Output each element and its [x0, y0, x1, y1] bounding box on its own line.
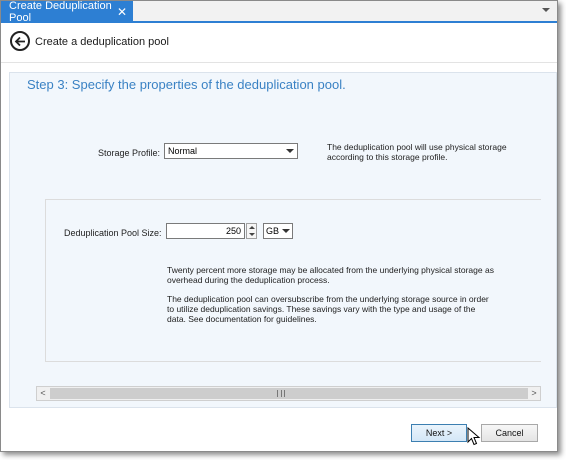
grip-icon	[277, 390, 285, 397]
wizard-content: Step 3: Specify the properties of the de…	[9, 72, 557, 408]
spin-down-icon[interactable]	[249, 233, 255, 236]
tab-bar: Create Deduplication Pool ✕	[1, 0, 557, 24]
storage-profile-value: Normal	[168, 146, 198, 156]
tab-title: Create Deduplication Pool	[9, 0, 112, 24]
oversubscribe-note-line: data. See documentation for guidelines.	[167, 314, 317, 324]
overhead-note-line: Twenty percent more storage may be alloc…	[167, 265, 494, 275]
close-icon[interactable]: ✕	[117, 5, 127, 19]
next-button[interactable]: Next >	[411, 424, 467, 442]
storage-profile-desc-line: according to this storage profile.	[327, 152, 448, 162]
scroll-right-icon[interactable]: >	[528, 387, 540, 400]
oversubscribe-note-line: The deduplication pool can oversubscribe…	[167, 294, 489, 304]
header: Create a deduplication pool	[1, 23, 557, 63]
chevron-down-icon	[282, 229, 290, 233]
mouse-pointer-icon	[467, 427, 481, 446]
storage-profile-desc-line: The deduplication pool will use physical…	[327, 142, 507, 152]
pool-size-unit: GB	[266, 226, 280, 236]
step-title: Step 3: Specify the properties of the de…	[27, 77, 346, 92]
cancel-button[interactable]: Cancel	[481, 424, 538, 442]
horizontal-scrollbar[interactable]: < >	[36, 386, 541, 401]
create-deduplication-pool-window: Create Deduplication Pool ✕ Create a ded…	[0, 0, 558, 452]
pool-size-panel: Deduplication Pool Size: 250 GB Twenty p…	[45, 199, 541, 362]
scroll-left-icon[interactable]: <	[37, 387, 49, 400]
scrollbar-thumb[interactable]	[50, 388, 528, 399]
pool-size-input[interactable]: 250	[166, 223, 245, 239]
chevron-down-icon	[286, 149, 294, 153]
oversubscribe-note: The deduplication pool can oversubscribe…	[167, 294, 489, 324]
storage-profile-description: The deduplication pool will use physical…	[327, 142, 507, 162]
tab-create-deduplication-pool[interactable]: Create Deduplication Pool ✕	[1, 0, 133, 24]
back-arrow-icon[interactable]	[10, 31, 30, 51]
pool-size-unit-select[interactable]: GB	[263, 223, 293, 239]
pool-size-spinner[interactable]	[246, 223, 257, 239]
overhead-note-line: overhead during the deduplication proces…	[167, 275, 330, 285]
tab-menu-dropdown-icon[interactable]	[541, 5, 551, 15]
page-title: Create a deduplication pool	[35, 36, 169, 48]
spin-up-icon[interactable]	[249, 226, 255, 229]
oversubscribe-note-line: to utilize deduplication savings. These …	[167, 304, 476, 314]
storage-profile-label: Storage Profile:	[98, 148, 161, 158]
overhead-note: Twenty percent more storage may be alloc…	[167, 265, 494, 285]
pool-size-label: Deduplication Pool Size:	[64, 228, 162, 238]
storage-profile-select[interactable]: Normal	[164, 143, 298, 159]
